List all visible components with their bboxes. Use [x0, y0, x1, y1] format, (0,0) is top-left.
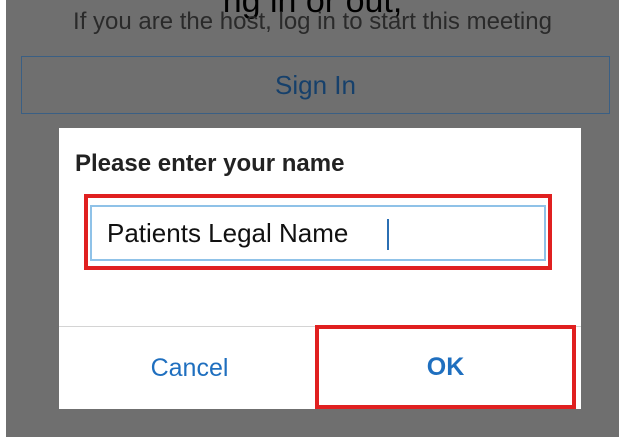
screen: ng in or out, If you are the host, log i… [0, 0, 619, 437]
host-login-notice: If you are the host, log in to start thi… [73, 8, 552, 35]
name-input[interactable] [90, 205, 546, 261]
text-caret [387, 219, 389, 250]
dialog-title: Please enter your name [75, 150, 345, 177]
sign-in-button[interactable]: Sign In [21, 56, 610, 114]
name-entry-dialog: Please enter your name Cancel OK [59, 128, 581, 409]
ok-button[interactable]: OK [315, 325, 576, 409]
ok-button-label: OK [426, 352, 465, 381]
cancel-button[interactable]: Cancel [59, 327, 320, 409]
cancel-button-label: Cancel [150, 353, 229, 382]
sign-in-button-label: Sign In [275, 69, 356, 100]
